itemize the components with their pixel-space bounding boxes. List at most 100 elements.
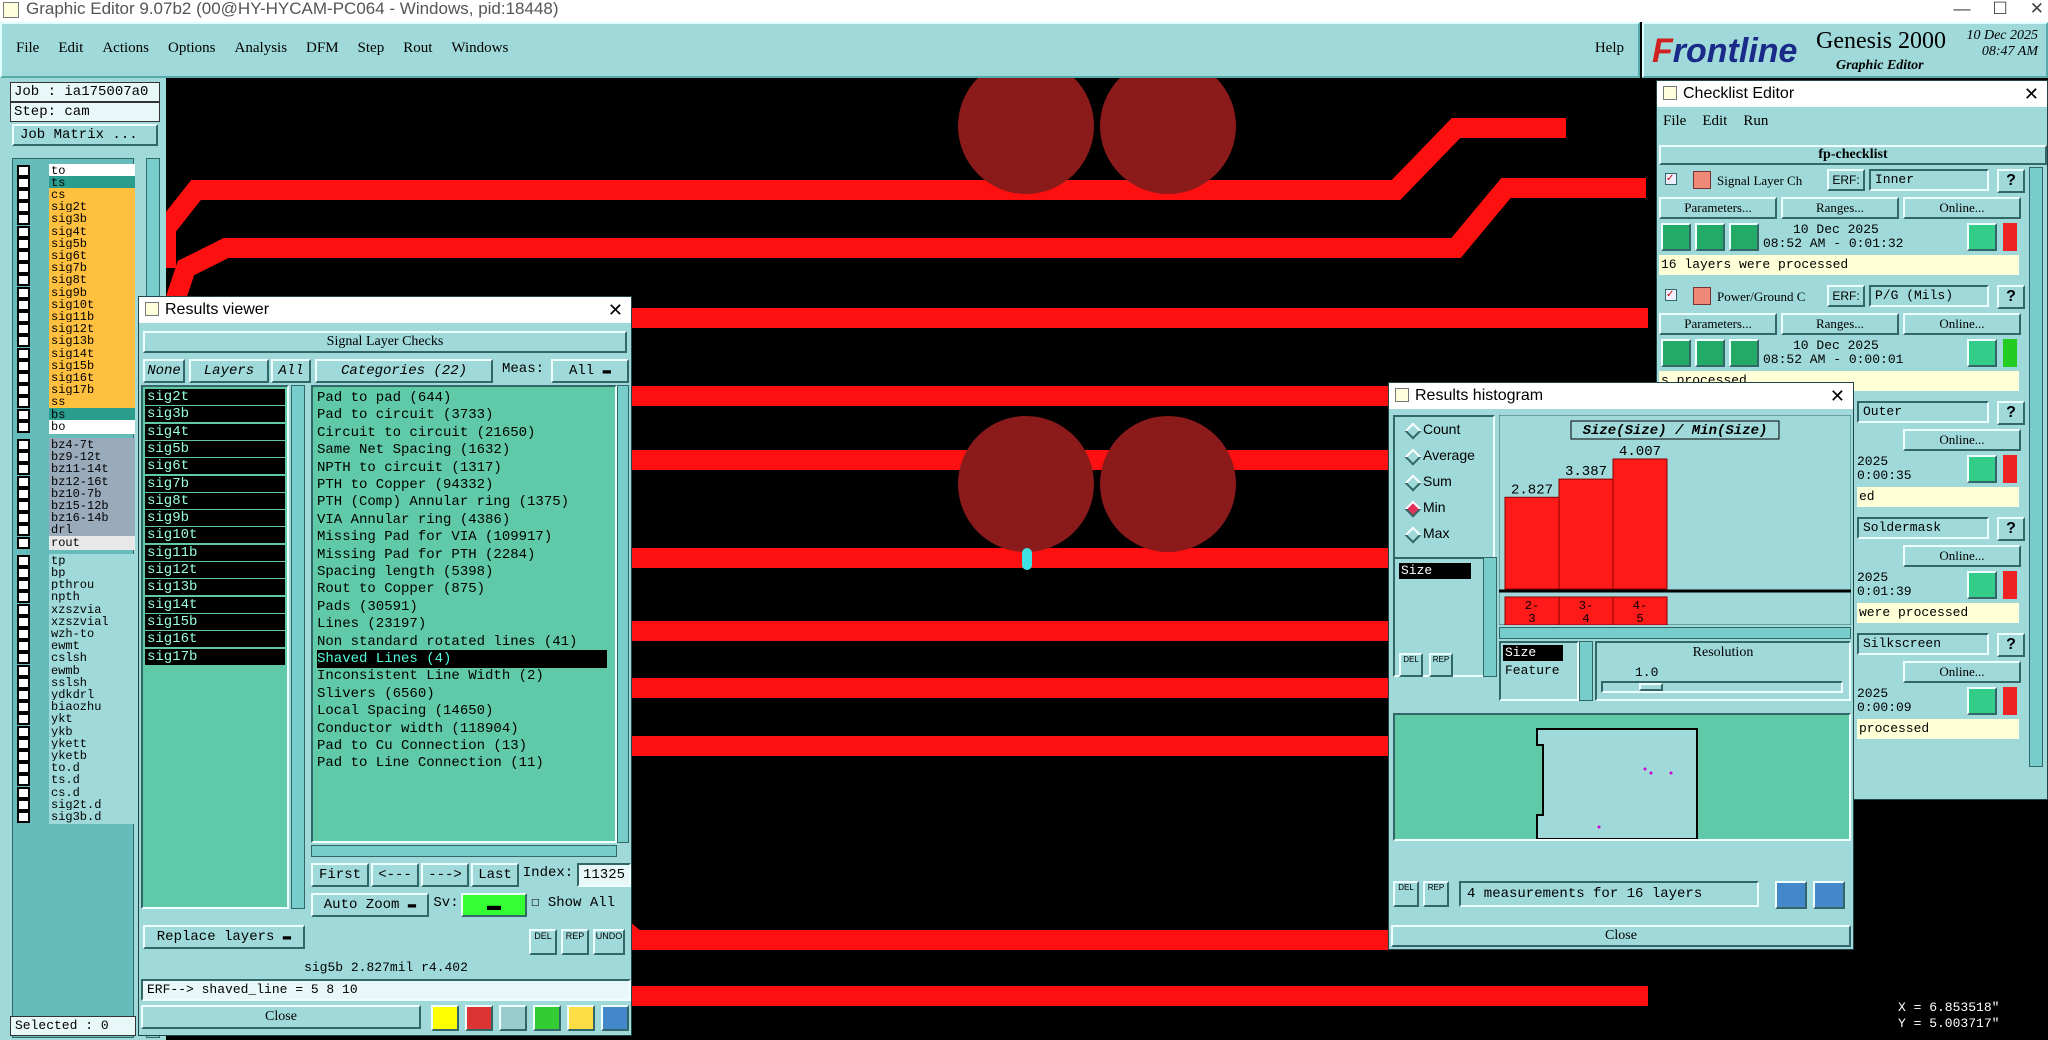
checklist-close-icon[interactable]: ✕ — [2024, 81, 2039, 107]
replace-layers-dropdown[interactable]: Replace layers ▬ — [143, 925, 305, 949]
help-button[interactable]: ? — [1997, 401, 2025, 425]
category-item[interactable]: Pad to pad (644) — [317, 389, 451, 407]
online-button[interactable]: Online... — [1903, 197, 2021, 219]
layer-checkbox[interactable] — [17, 420, 30, 433]
menu-dfm[interactable]: DFM — [306, 40, 339, 57]
numbers-icon[interactable] — [533, 1005, 561, 1031]
category-item[interactable]: Pad to Cu Connection (13) — [317, 737, 527, 755]
histogram-chart[interactable]: Size(Size) / Min(Size) 2.827 2-3 3.387 3-4 4.… — [1499, 415, 1851, 625]
result-layer-item[interactable]: sig2t — [145, 389, 285, 405]
results-layer-list[interactable]: sig2t sig3b sig4t sig5b sig6t sig7b sig8t sig9b… — [141, 385, 289, 909]
close-button[interactable]: ✕ — [2030, 0, 2044, 18]
show-all-checkbox[interactable]: ☐ Show All — [531, 893, 631, 917]
layer-row[interactable]: bo — [13, 419, 135, 434]
result-layer-item[interactable]: sig9b — [145, 510, 285, 527]
run-icon[interactable] — [1695, 339, 1725, 367]
results-viewer-close-icon[interactable]: ✕ — [608, 297, 623, 323]
layer-name[interactable]: bo — [49, 419, 135, 434]
layer-list-scrollbar[interactable] — [291, 385, 305, 909]
field-selector[interactable]: Size Feature — [1499, 641, 1579, 701]
menu-step[interactable]: Step — [358, 40, 385, 57]
category-item[interactable]: Pad to Line Connection (11) — [317, 754, 544, 772]
category-item[interactable]: NPTH to circuit (1317) — [317, 459, 502, 477]
category-item[interactable]: Non standard rotated lines (41) — [317, 633, 577, 651]
online-button[interactable]: Online... — [1903, 545, 2021, 567]
category-item[interactable]: PTH to Copper (94332) — [317, 476, 493, 494]
histogram-icon[interactable] — [601, 1005, 629, 1031]
exclude-icon[interactable] — [499, 1005, 527, 1031]
category-item[interactable]: Circuit to circuit (21650) — [317, 424, 535, 442]
histogram-bar[interactable] — [1612, 458, 1668, 590]
checklist-menu-file[interactable]: File — [1663, 113, 1686, 130]
maximize-button[interactable]: ☐ — [1993, 0, 2008, 18]
checklist-scrollbar[interactable] — [2029, 167, 2043, 767]
histogram-bar[interactable] — [1558, 478, 1614, 590]
meas-dropdown[interactable]: All ▬ — [551, 359, 629, 383]
erf-dropdown[interactable]: Silkscreen — [1857, 633, 1989, 655]
show-results-icon[interactable] — [1967, 687, 1997, 715]
show-results-icon[interactable] — [1967, 455, 1997, 483]
histogram-hscrollbar[interactable] — [1499, 627, 1851, 639]
resolution-slider[interactable] — [1601, 681, 1843, 693]
category-item[interactable]: Conductor width (118904) — [317, 720, 519, 738]
online-button[interactable]: Online... — [1903, 661, 2021, 683]
hist-rep-button[interactable]: REP — [1429, 653, 1453, 677]
menu-help[interactable]: Help — [1595, 40, 1624, 57]
category-item[interactable]: Missing Pad for PTH (2284) — [317, 546, 535, 564]
checklist-menu-edit[interactable]: Edit — [1702, 113, 1727, 130]
result-layer-item[interactable]: sig16t — [145, 631, 285, 648]
job-matrix-button[interactable]: Job Matrix ... — [12, 124, 158, 146]
sv-dropdown[interactable]: ▬ — [461, 893, 527, 917]
histogram-bar[interactable] — [1504, 496, 1560, 590]
categories-hscrollbar[interactable] — [311, 845, 617, 857]
menu-edit[interactable]: Edit — [58, 40, 83, 57]
show-results-icon[interactable] — [1967, 571, 1997, 599]
help-button[interactable]: ? — [1997, 633, 2025, 657]
field-option[interactable]: Feature — [1503, 663, 1560, 678]
result-layer-item[interactable]: sig6t — [145, 458, 285, 475]
categories-scrollbar[interactable] — [617, 385, 629, 843]
category-item[interactable]: Missing Pad for VIA (109917) — [317, 528, 552, 546]
preview-rep-button[interactable]: REP — [1423, 881, 1449, 907]
help-button[interactable]: ? — [1997, 285, 2025, 309]
category-item[interactable]: PTH (Comp) Annular ring (1375) — [317, 493, 569, 511]
result-layer-item[interactable]: sig15b — [145, 613, 285, 630]
parameters-button[interactable]: Parameters... — [1659, 197, 1777, 219]
category-item[interactable]: Lines (23197) — [317, 615, 426, 633]
field-scrollbar[interactable] — [1483, 557, 1497, 677]
preview-del-button[interactable]: DEL — [1393, 881, 1419, 907]
all-button[interactable]: All — [271, 359, 311, 383]
field-option[interactable]: Size — [1503, 645, 1563, 661]
hist-del-button[interactable]: DEL — [1399, 653, 1423, 677]
layer-row[interactable]: sig3b.d — [13, 809, 135, 824]
minimize-button[interactable]: — — [1954, 0, 1971, 18]
erf-dropdown[interactable]: Outer — [1857, 401, 1989, 423]
layer-name[interactable]: sig3b.d — [49, 809, 135, 824]
categories-button[interactable]: Categories (22) — [315, 359, 493, 383]
layer-checkbox[interactable] — [17, 536, 30, 549]
histogram-close-button[interactable]: Close — [1391, 925, 1851, 947]
ranges-button[interactable]: Ranges... — [1781, 197, 1899, 219]
layer-checkbox[interactable] — [17, 810, 30, 823]
result-layer-item[interactable]: sig17b — [145, 648, 285, 665]
result-layer-item[interactable]: sig4t — [145, 423, 285, 440]
save-icon[interactable] — [465, 1005, 493, 1031]
show-results-icon[interactable] — [1967, 339, 1997, 367]
erf-dropdown[interactable]: P/G (Mils) — [1869, 285, 1989, 307]
action-checkbox[interactable]: ✓ — [1665, 173, 1677, 185]
rep-button[interactable]: REP — [561, 929, 589, 955]
run-icon[interactable] — [1661, 339, 1691, 367]
zoom-dropdown[interactable]: Auto Zoom ▬ — [311, 893, 429, 917]
result-layer-item[interactable]: sig12t — [145, 562, 285, 578]
category-item[interactable]: Same Net Spacing (1632) — [317, 441, 510, 459]
help-button[interactable]: ? — [1997, 517, 2025, 541]
category-item[interactable]: Shaved Lines (4) — [317, 650, 607, 668]
highlight-icon[interactable] — [431, 1005, 459, 1031]
zoom-fit-icon[interactable] — [1775, 881, 1807, 909]
field-list[interactable]: Size DEL REP — [1393, 557, 1495, 677]
menu-rout[interactable]: Rout — [403, 40, 432, 57]
report-icon[interactable] — [567, 1005, 595, 1031]
index-field[interactable]: 11325 — [577, 863, 631, 887]
field-size[interactable]: Size — [1399, 563, 1471, 579]
zoom-selected-icon[interactable] — [1813, 881, 1845, 909]
